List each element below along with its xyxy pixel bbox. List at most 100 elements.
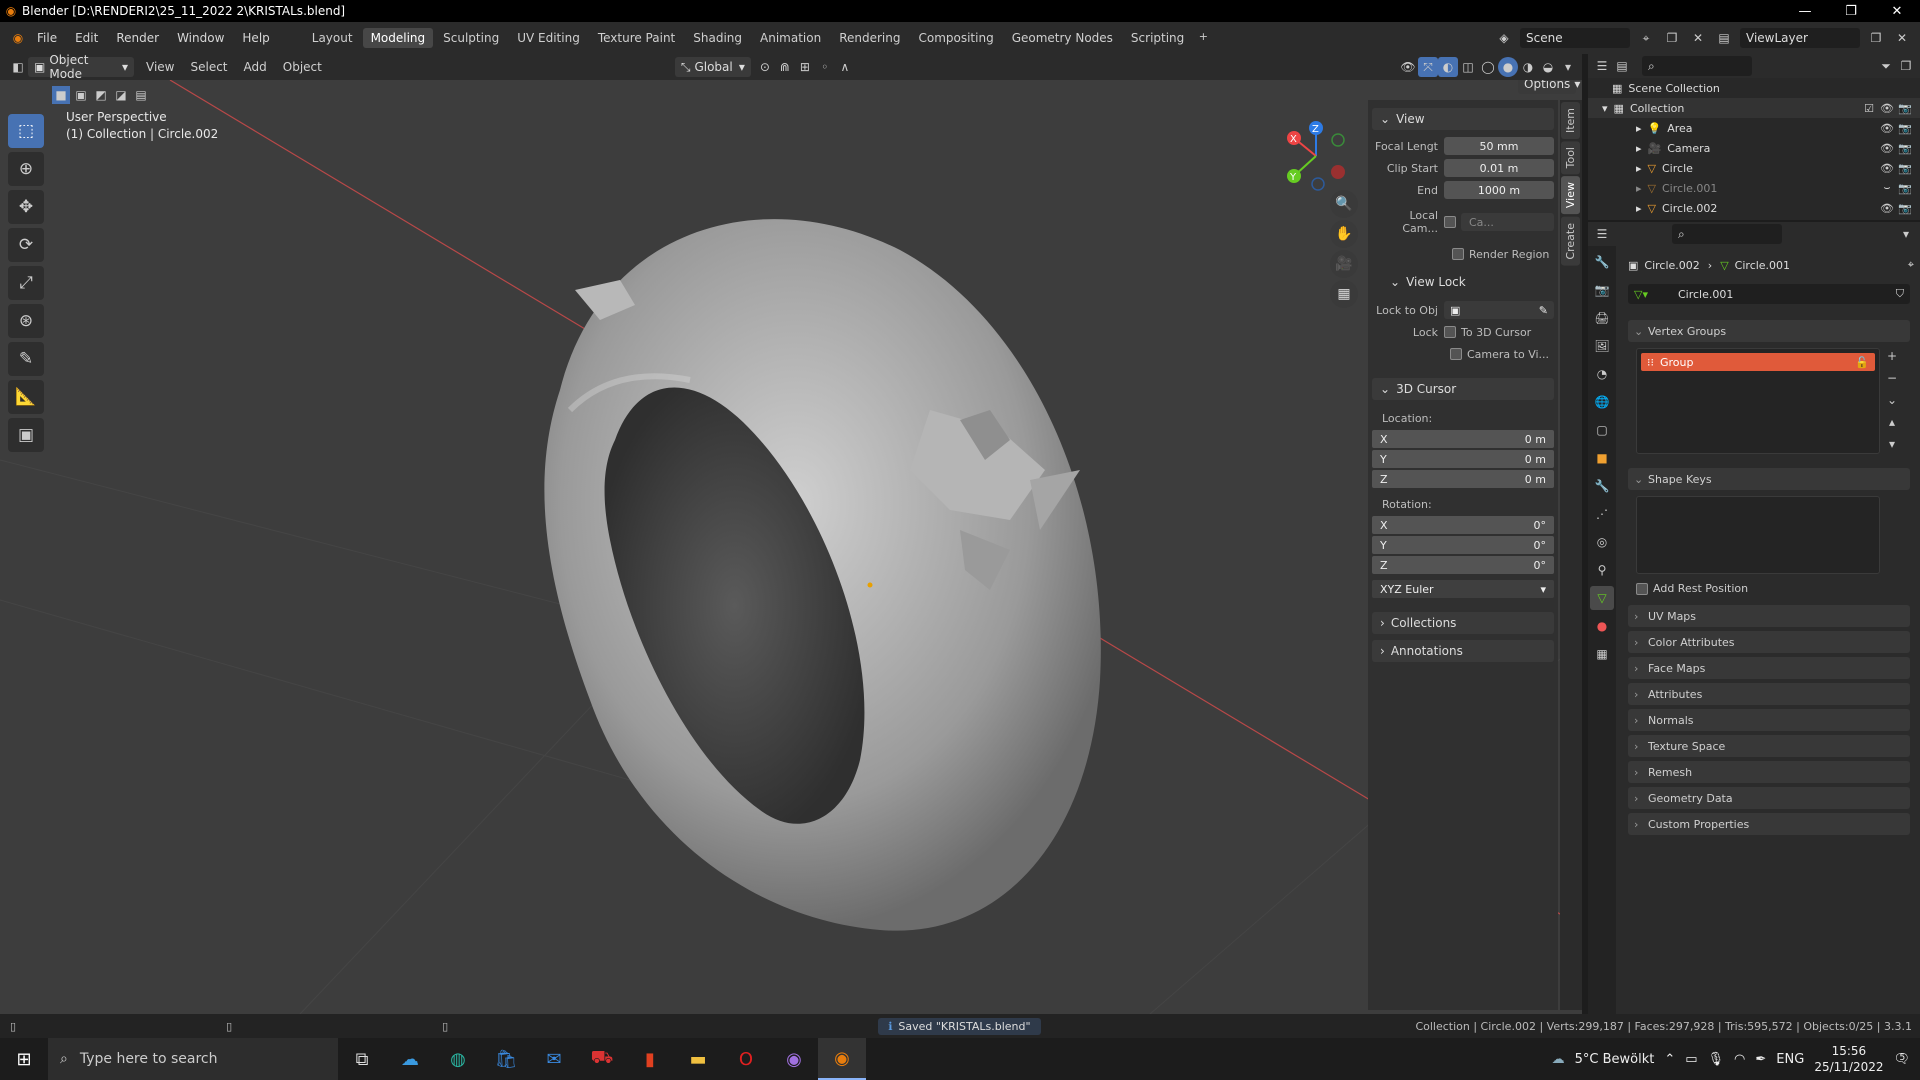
navigation-gizmo[interactable]: Z X Y bbox=[1270, 116, 1350, 196]
eye-icon[interactable]: 👁 bbox=[1878, 122, 1896, 135]
3d-viewport[interactable]: ⬚ ⊕ ✥ ⟳ ⤢ ⊛ ✎ 📐 ▣ ■ ▣ ◩ ◪ ▤ User Perspec… bbox=[0, 80, 1582, 1014]
transform-tool[interactable]: ⊛ bbox=[8, 304, 44, 338]
tab-layout[interactable]: Layout bbox=[304, 28, 361, 48]
lock-to-object-field[interactable]: ▣ ✎ bbox=[1444, 301, 1554, 319]
mesh-data-selector[interactable]: ▽▾ Circle.001 ⛉ bbox=[1628, 284, 1910, 304]
pan-hand-icon[interactable]: ✋ bbox=[1330, 220, 1358, 248]
attributes-section-header[interactable]: › Attributes bbox=[1628, 683, 1910, 705]
menu-file[interactable]: File bbox=[28, 31, 66, 45]
tab-shading[interactable]: Shading bbox=[685, 28, 750, 48]
annotations-section-header[interactable]: › Annotations bbox=[1372, 640, 1554, 662]
microphone-icon[interactable]: 🎙 bbox=[1708, 1052, 1725, 1067]
tab-view[interactable]: View bbox=[1561, 176, 1580, 215]
texture-space-section-header[interactable]: › Texture Space bbox=[1628, 735, 1910, 757]
move-down-icon[interactable]: ▾ bbox=[1882, 434, 1902, 454]
notification-center-icon[interactable]: 🗨 5 bbox=[1893, 1052, 1910, 1067]
restore-button[interactable]: ❐ bbox=[1828, 4, 1874, 19]
eye-hidden-icon[interactable]: ⌣ bbox=[1878, 181, 1896, 195]
render-region-checkbox[interactable] bbox=[1452, 248, 1464, 260]
display-mode-icon[interactable]: ▤ bbox=[1612, 56, 1632, 76]
mail-icon[interactable]: ✉ bbox=[530, 1038, 578, 1080]
tab-rendering[interactable]: Rendering bbox=[831, 28, 908, 48]
options-icon[interactable]: ▾ bbox=[1896, 224, 1916, 244]
store-icon[interactable]: 🛍 bbox=[482, 1038, 530, 1080]
normals-section-header[interactable]: › Normals bbox=[1628, 709, 1910, 731]
shape-keys-list[interactable] bbox=[1636, 496, 1880, 574]
tab-animation[interactable]: Animation bbox=[752, 28, 829, 48]
cursor-rotation-z[interactable]: Z 0° bbox=[1372, 556, 1554, 574]
view-section-header[interactable]: ⌄ View bbox=[1372, 108, 1554, 130]
tab-scripting[interactable]: Scripting bbox=[1123, 28, 1192, 48]
tab-compositing[interactable]: Compositing bbox=[910, 28, 1001, 48]
eye-icon[interactable]: 👁 bbox=[1878, 142, 1896, 155]
tab-texture-paint[interactable]: Texture Paint bbox=[590, 28, 683, 48]
falloff-icon[interactable]: ∧ bbox=[835, 57, 855, 77]
camera-icon[interactable]: 📷 bbox=[1896, 162, 1914, 175]
menu-select[interactable]: Select bbox=[182, 60, 235, 74]
select-intersect-icon[interactable]: ▤ bbox=[132, 86, 150, 104]
eye-icon[interactable]: 👁 bbox=[1878, 102, 1896, 115]
select-extend-icon[interactable]: ▣ bbox=[72, 86, 90, 104]
tab-create[interactable]: Create bbox=[1561, 216, 1580, 266]
add-icon[interactable]: + bbox=[1882, 346, 1902, 366]
collections-section-header[interactable]: › Collections bbox=[1372, 612, 1554, 634]
camera-icon[interactable]: 📷 bbox=[1896, 142, 1914, 155]
add-workspace-button[interactable]: + bbox=[1193, 28, 1213, 48]
office-icon[interactable]: ▮ bbox=[626, 1038, 674, 1080]
mode-selector[interactable]: ▣ Object Mode ▾ bbox=[28, 53, 134, 81]
view-lock-subheader[interactable]: ⌄ View Lock bbox=[1372, 272, 1554, 292]
solid-shading-icon[interactable]: ● bbox=[1498, 57, 1518, 77]
select-subtract-icon[interactable]: ◩ bbox=[92, 86, 110, 104]
cursor-location-x[interactable]: X0 m bbox=[1372, 430, 1554, 448]
new-scene-icon[interactable]: ❐ bbox=[1662, 28, 1682, 48]
render-tab-icon[interactable]: 📷 bbox=[1590, 278, 1614, 302]
cursor-rotation-y[interactable]: Y 0° bbox=[1372, 536, 1554, 554]
cursor-location-z[interactable]: Z0 m bbox=[1372, 470, 1554, 488]
menu-help[interactable]: Help bbox=[233, 31, 278, 45]
menu-view[interactable]: View bbox=[138, 60, 182, 74]
blender-taskbar-icon[interactable]: ◉ bbox=[818, 1038, 866, 1080]
delete-view-layer-icon[interactable]: ✕ bbox=[1892, 28, 1912, 48]
rotate-tool[interactable]: ⟳ bbox=[8, 228, 44, 262]
color-attributes-section-header[interactable]: › Color Attributes bbox=[1628, 631, 1910, 653]
tab-item[interactable]: Item bbox=[1561, 102, 1580, 140]
outliner-search-input[interactable]: ⌕ bbox=[1642, 56, 1752, 76]
wifi-icon[interactable]: ◠ bbox=[1734, 1052, 1745, 1067]
menu-object[interactable]: Object bbox=[275, 60, 330, 74]
menu-add[interactable]: Add bbox=[236, 60, 275, 74]
outliner-item-camera[interactable]: ▸ 🎥 Camera 👁 📷 bbox=[1588, 138, 1920, 158]
taskbar-search-box[interactable]: ⌕ Type here to search bbox=[48, 1038, 338, 1080]
lock-to-3d-cursor-checkbox[interactable] bbox=[1444, 326, 1456, 338]
tool-tab-icon[interactable]: 🔧 bbox=[1590, 250, 1614, 274]
face-maps-section-header[interactable]: › Face Maps bbox=[1628, 657, 1910, 679]
snap-target-icon[interactable]: ⊞ bbox=[795, 57, 815, 77]
view-layer-icon[interactable]: ▤ bbox=[1714, 28, 1734, 48]
outliner-item-circle[interactable]: ▸ ▽ Circle 👁 📷 bbox=[1588, 158, 1920, 178]
camera-to-view-checkbox[interactable] bbox=[1450, 348, 1462, 360]
select-new-icon[interactable]: ■ bbox=[52, 86, 70, 104]
local-camera-field[interactable]: Ca... bbox=[1461, 213, 1554, 231]
scene-selector[interactable]: Scene bbox=[1520, 28, 1630, 48]
pin-icon[interactable]: ⌖ bbox=[1908, 258, 1914, 272]
zoom-icon[interactable]: 🔍 bbox=[1330, 190, 1358, 218]
fake-user-icon[interactable]: ⛉ bbox=[1896, 287, 1904, 301]
camera-icon[interactable]: 📷 bbox=[1896, 202, 1914, 215]
minimize-button[interactable]: — bbox=[1782, 4, 1828, 19]
vertex-groups-list[interactable]: ⁝⁝ Group 🔓 bbox=[1636, 348, 1880, 454]
proportional-edit-icon[interactable]: ◦ bbox=[815, 57, 835, 77]
outliner-editor-icon[interactable]: ☰ bbox=[1592, 56, 1612, 76]
custom-properties-section-header[interactable]: › Custom Properties bbox=[1628, 813, 1910, 835]
add-cube-tool[interactable]: ▣ bbox=[8, 418, 44, 452]
tab-modeling[interactable]: Modeling bbox=[362, 28, 434, 48]
xray-toggle-icon[interactable]: ◫ bbox=[1458, 57, 1478, 77]
outliner-item-circle-001[interactable]: ▸ ▽ Circle.001 ⌣ 📷 bbox=[1588, 178, 1920, 198]
menu-edit[interactable]: Edit bbox=[66, 31, 107, 45]
uv-maps-section-header[interactable]: › UV Maps bbox=[1628, 605, 1910, 627]
material-shading-icon[interactable]: ◑ bbox=[1518, 57, 1538, 77]
opera-browser-icon[interactable]: O bbox=[722, 1038, 770, 1080]
messenger-icon[interactable]: ◉ bbox=[770, 1038, 818, 1080]
options-button[interactable]: Options ▾ bbox=[1518, 80, 1580, 94]
local-camera-checkbox[interactable] bbox=[1444, 216, 1456, 228]
menu-window[interactable]: Window bbox=[168, 31, 233, 45]
annotate-tool[interactable]: ✎ bbox=[8, 342, 44, 376]
